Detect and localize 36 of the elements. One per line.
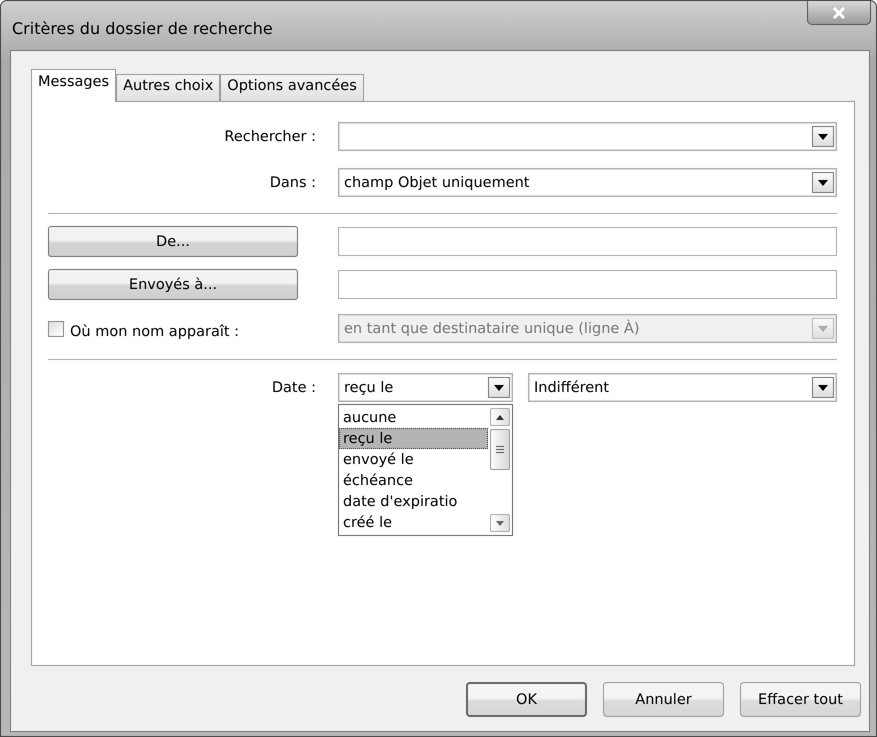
list-item[interactable]: aucune bbox=[339, 407, 488, 428]
sent-to-field[interactable] bbox=[338, 270, 837, 299]
checkbox-label: Où mon nom apparaît : bbox=[70, 324, 240, 340]
sent-to-button[interactable]: Envoyés à... bbox=[48, 269, 298, 300]
from-field[interactable] bbox=[338, 227, 837, 256]
field-label: Rechercher : bbox=[224, 128, 316, 144]
list-item[interactable]: date d'expiratio bbox=[339, 491, 488, 512]
tab[interactable]: Autres choix bbox=[116, 74, 220, 101]
dropdown-arrow-icon bbox=[494, 384, 504, 390]
list-item[interactable]: créé le bbox=[339, 512, 488, 533]
scroll-up-icon bbox=[496, 414, 504, 420]
tab[interactable]: Options avancées bbox=[220, 74, 364, 101]
window-title: Critères du dossier de recherche bbox=[11, 19, 273, 38]
scrollbar[interactable] bbox=[488, 405, 512, 535]
field-label: Date : bbox=[272, 380, 316, 396]
dialog-button[interactable]: OK bbox=[466, 682, 587, 717]
list-item[interactable]: échéance bbox=[339, 470, 488, 491]
dropdown-arrow-icon bbox=[818, 326, 828, 332]
dropdown-arrow-icon bbox=[818, 180, 828, 186]
close-button[interactable] bbox=[807, 1, 871, 25]
list-item[interactable]: reçu le bbox=[339, 428, 488, 449]
tab[interactable]: Messages bbox=[31, 69, 116, 102]
search-in-combo[interactable]: champ Objet uniquement bbox=[338, 168, 837, 197]
grip-icon bbox=[496, 446, 504, 453]
close-icon bbox=[832, 6, 846, 18]
from-button[interactable]: De... bbox=[48, 226, 298, 257]
date-range-combo[interactable]: Indifférent bbox=[528, 373, 837, 402]
date-type-combo[interactable]: reçu le bbox=[338, 373, 513, 402]
dropdown-arrow-icon bbox=[818, 134, 828, 140]
search-combo[interactable] bbox=[338, 122, 837, 151]
scroll-down-icon bbox=[496, 520, 504, 526]
dialog-button[interactable]: Annuler bbox=[603, 682, 724, 717]
field-label: Dans : bbox=[270, 174, 316, 190]
dialog-button[interactable]: Effacer tout bbox=[740, 682, 861, 717]
list-item[interactable]: envoyé le bbox=[339, 449, 488, 470]
dropdown-arrow-icon bbox=[818, 384, 828, 390]
